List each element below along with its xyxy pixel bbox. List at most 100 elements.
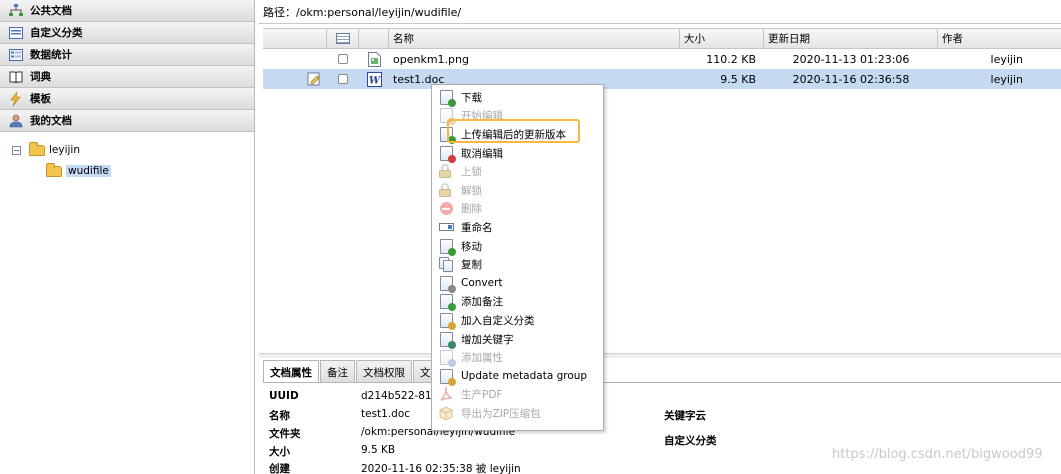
- add-category-icon: [438, 312, 456, 330]
- menu-item-label: 上锁: [461, 166, 482, 179]
- menu-item-add-property: 添加属性: [432, 348, 603, 368]
- categories-icon: [8, 26, 24, 40]
- tab-0[interactable]: 文档属性: [263, 360, 319, 382]
- row-type: [359, 51, 389, 67]
- prop-size: 大小 9.5 KB: [269, 444, 396, 458]
- table-row[interactable]: openkm1.png 110.2 KB 2020-11-13 01:23:06 le…: [263, 49, 1061, 69]
- edit-status-icon: [307, 72, 320, 86]
- header-name[interactable]: 名称: [389, 29, 680, 48]
- menu-item-copy[interactable]: 复制: [432, 255, 603, 274]
- keywords-cloud-label: 关键字云: [664, 410, 706, 422]
- header-date[interactable]: 更新日期: [764, 29, 938, 48]
- menu-item-lock: 上锁: [432, 162, 603, 181]
- header-author[interactable]: 作者: [938, 29, 1061, 48]
- path-text: 路径：/okm:personal/leyijin/wudifile/: [263, 5, 462, 19]
- row-select[interactable]: [327, 54, 359, 64]
- file-author: leyijin: [990, 52, 1023, 66]
- menu-item-add-category[interactable]: 加入自定义分类: [432, 311, 603, 330]
- delete-icon: [438, 201, 454, 217]
- menu-item-move[interactable]: 移动: [432, 237, 603, 256]
- row-checkbox[interactable]: [338, 54, 348, 64]
- add-note-icon: [438, 294, 456, 312]
- menu-item-label: 移动: [461, 240, 482, 253]
- sidebar-section-2[interactable]: 数据统计: [0, 44, 254, 66]
- menu-item-label: 删除: [461, 203, 482, 216]
- sidebar-section-label: 词典: [30, 71, 51, 83]
- move-icon: [438, 238, 456, 256]
- menu-item-label: 解锁: [461, 184, 482, 197]
- menu-item-label: 添加属性: [461, 352, 503, 365]
- prop-name: 名称 test1.doc: [269, 408, 411, 422]
- sidebar-section-label: 数据统计: [30, 49, 72, 61]
- menu-item-unlock: 解锁: [432, 181, 603, 200]
- sidebar-section-label: 我的文档: [30, 115, 72, 127]
- metadata-icon: [438, 368, 456, 386]
- sidebar-section-1[interactable]: 自定义分类: [0, 22, 254, 44]
- path-bar: 路径：/okm:personal/leyijin/wudifile/: [259, 0, 1061, 24]
- file-author: leyijin: [990, 72, 1023, 86]
- sidebar-section-label: 模板: [30, 93, 51, 105]
- rename-icon: [438, 219, 454, 235]
- file-size: 9.5 KB: [720, 72, 756, 86]
- menu-item-label: 导出为ZIP压缩包: [461, 407, 541, 420]
- menu-item-label: 复制: [461, 259, 482, 272]
- sidebar-section-label: 公共文档: [30, 5, 72, 17]
- menu-item-add-note[interactable]: 添加备注: [432, 293, 603, 312]
- menu-item-label: 取消编辑: [461, 147, 503, 160]
- folder-open-icon: [29, 141, 45, 156]
- menu-item-label: 下载: [461, 91, 482, 104]
- sidebar-section-4[interactable]: 模板: [0, 88, 254, 110]
- row-type: W: [359, 71, 389, 87]
- lightning-icon: [8, 91, 24, 106]
- header-select-all[interactable]: [327, 29, 359, 48]
- left-navigation-panel: 公共文档自定义分类数据统计词典模板我的文档 − leyijin wudifile: [0, 0, 255, 474]
- row-status: [263, 72, 327, 86]
- menu-item-delete: 删除: [432, 200, 603, 219]
- collapse-icon[interactable]: −: [12, 145, 21, 155]
- tree-node-wudifile[interactable]: wudifile: [46, 162, 111, 177]
- header-size[interactable]: 大小: [680, 29, 764, 48]
- menu-item-cancel-checkout[interactable]: 取消编辑: [432, 144, 603, 163]
- file-grid: 名称 大小 更新日期 作者 openkm1.png 110.2 KB 2020-11…: [263, 28, 1061, 89]
- file-date: 2020-11-16 02:36:58: [792, 72, 910, 86]
- navigation-accordion: 公共文档自定义分类数据统计词典模板我的文档: [0, 0, 254, 132]
- menu-item-download[interactable]: 下载: [432, 88, 603, 107]
- lock-icon: [438, 164, 454, 180]
- horizontal-splitter[interactable]: [259, 353, 1061, 358]
- row-select[interactable]: [327, 74, 359, 84]
- menu-item-rename[interactable]: 重命名: [432, 218, 603, 237]
- grid-rows: openkm1.png 110.2 KB 2020-11-13 01:23:06 le…: [263, 49, 1061, 89]
- header-status: [263, 29, 327, 48]
- thesaurus-icon: [8, 48, 24, 62]
- table-row[interactable]: Wtest1.doc 9.5 KB 2020-11-16 02:36:58 leyij…: [263, 69, 1061, 89]
- column-list-icon[interactable]: [335, 33, 350, 44]
- sidebar-section-5[interactable]: 我的文档: [0, 110, 254, 132]
- file-date: 2020-11-13 01:23:06: [792, 52, 910, 66]
- properties-tabs: 文档属性 备注 文档权限文: [263, 360, 439, 382]
- zip-icon: [438, 405, 454, 421]
- categories-label: 自定义分类: [664, 435, 717, 447]
- menu-item-metadata[interactable]: Update metadata group: [432, 367, 603, 386]
- image-file-icon: [367, 51, 381, 67]
- menu-item-label: 加入自定义分类: [461, 314, 535, 327]
- menu-item-add-keyword[interactable]: 增加关键字: [432, 330, 603, 349]
- menu-item-convert[interactable]: Convert: [432, 274, 603, 293]
- file-name[interactable]: openkm1.png: [389, 53, 680, 66]
- tab-1[interactable]: 备注: [320, 360, 355, 382]
- tree-node-wudifile-label: wudifile: [66, 165, 111, 177]
- menu-item-label: 增加关键字: [461, 333, 514, 346]
- sidebar-section-3[interactable]: 词典: [0, 66, 254, 88]
- watermark: https://blog.csdn.net/bigwood99: [832, 447, 1043, 462]
- unlock-icon: [438, 182, 454, 198]
- tree-node-root[interactable]: − leyijin: [12, 141, 80, 156]
- sidebar-section-0[interactable]: 公共文档: [0, 0, 254, 22]
- taxonomy-icon: [8, 4, 24, 18]
- file-size: 110.2 KB: [706, 52, 756, 66]
- row-checkbox[interactable]: [338, 74, 348, 84]
- header-type: [359, 29, 389, 48]
- tab-2[interactable]: 文档权限: [356, 360, 412, 382]
- menu-item-label: Convert: [461, 277, 503, 290]
- folder-tree: − leyijin wudifile: [0, 132, 254, 470]
- menu-item-label: 生产PDF: [461, 389, 503, 402]
- highlight-box: [447, 119, 580, 143]
